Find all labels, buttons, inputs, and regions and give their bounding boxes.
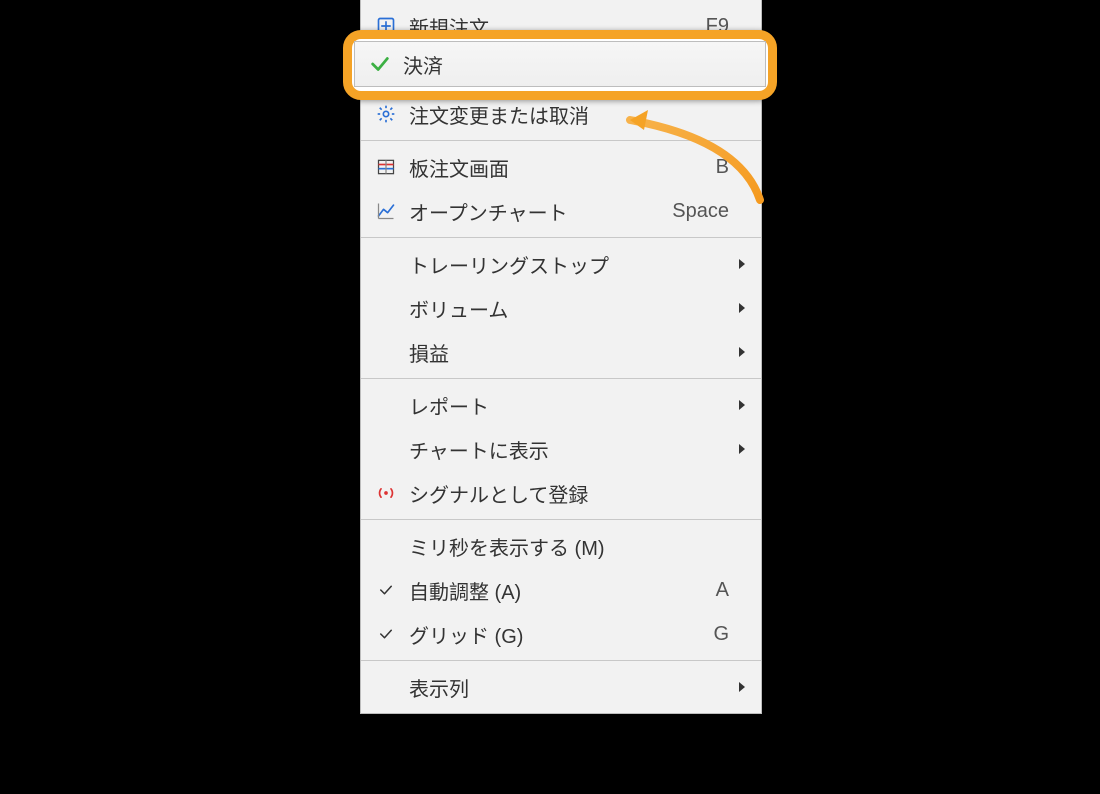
menu-item-report[interactable]: レポート <box>361 383 761 427</box>
submenu-arrow-icon <box>729 680 747 694</box>
menu-separator <box>361 237 761 238</box>
menu-separator <box>361 378 761 379</box>
menu-item-label: シグナルとして登録 <box>401 479 729 508</box>
submenu-arrow-icon <box>729 398 747 412</box>
menu-item-label: 自動調整 (A) <box>401 576 708 605</box>
check-thin-icon <box>371 625 401 643</box>
menu-item-new-order[interactable]: 新規注文F9 <box>361 4 761 48</box>
plus-box-icon <box>371 16 401 36</box>
menu-item-label: 損益 <box>401 338 729 367</box>
menu-item-profit-loss[interactable]: 損益 <box>361 330 761 374</box>
signal-icon <box>371 483 401 503</box>
chart-icon <box>371 201 401 221</box>
menu-item-dom[interactable]: 板注文画面B <box>361 145 761 189</box>
submenu-arrow-icon <box>729 301 747 315</box>
menu-item-show-on-chart[interactable]: チャートに表示 <box>361 427 761 471</box>
submenu-arrow-icon <box>729 345 747 359</box>
menu-item-label: 決済 <box>401 56 729 85</box>
menu-item-auto-arrange[interactable]: 自動調整 (A)A <box>361 568 761 612</box>
menu-item-register-signal[interactable]: シグナルとして登録 <box>361 471 761 515</box>
menu-item-shortcut: B <box>708 156 729 179</box>
menu-item-label: レポート <box>401 391 729 420</box>
menu-item-close-position[interactable]: 決済 <box>361 48 761 92</box>
menu-item-label: オープンチャート <box>401 197 664 226</box>
check-thin-icon <box>371 581 401 599</box>
gear-icon <box>371 104 401 124</box>
menu-item-show-ms[interactable]: ミリ秒を表示する (M) <box>361 524 761 568</box>
menu-separator <box>361 519 761 520</box>
menu-item-label: 表示列 <box>401 673 729 702</box>
menu-item-label: 新規注文 <box>401 12 698 41</box>
menu-item-grid[interactable]: グリッド (G)G <box>361 612 761 656</box>
menu-item-label: ボリューム <box>401 294 729 323</box>
menu-separator <box>361 660 761 661</box>
menu-item-label: チャートに表示 <box>401 435 729 464</box>
menu-item-label: グリッド (G) <box>401 620 705 649</box>
menu-item-columns[interactable]: 表示列 <box>361 665 761 709</box>
menu-item-label: ミリ秒を表示する (M) <box>401 532 729 561</box>
submenu-arrow-icon <box>729 442 747 456</box>
menu-item-label: トレーリングストップ <box>401 250 729 279</box>
menu-item-modify-cancel[interactable]: 注文変更または取消 <box>361 92 761 136</box>
context-menu: 新規注文F9決済注文変更または取消板注文画面BオープンチャートSpaceトレーリ… <box>360 0 762 714</box>
menu-item-shortcut: A <box>708 579 729 602</box>
menu-item-trailing-stop[interactable]: トレーリングストップ <box>361 242 761 286</box>
menu-item-shortcut: F9 <box>698 15 729 38</box>
check-green-icon <box>371 59 401 81</box>
menu-item-shortcut: Space <box>664 200 729 223</box>
dom-icon <box>371 157 401 177</box>
submenu-arrow-icon <box>729 257 747 271</box>
menu-separator <box>361 140 761 141</box>
menu-item-label: 注文変更または取消 <box>401 100 729 129</box>
menu-item-label: 板注文画面 <box>401 153 708 182</box>
menu-item-shortcut: G <box>705 623 729 646</box>
menu-item-open-chart[interactable]: オープンチャートSpace <box>361 189 761 233</box>
menu-item-volume[interactable]: ボリューム <box>361 286 761 330</box>
